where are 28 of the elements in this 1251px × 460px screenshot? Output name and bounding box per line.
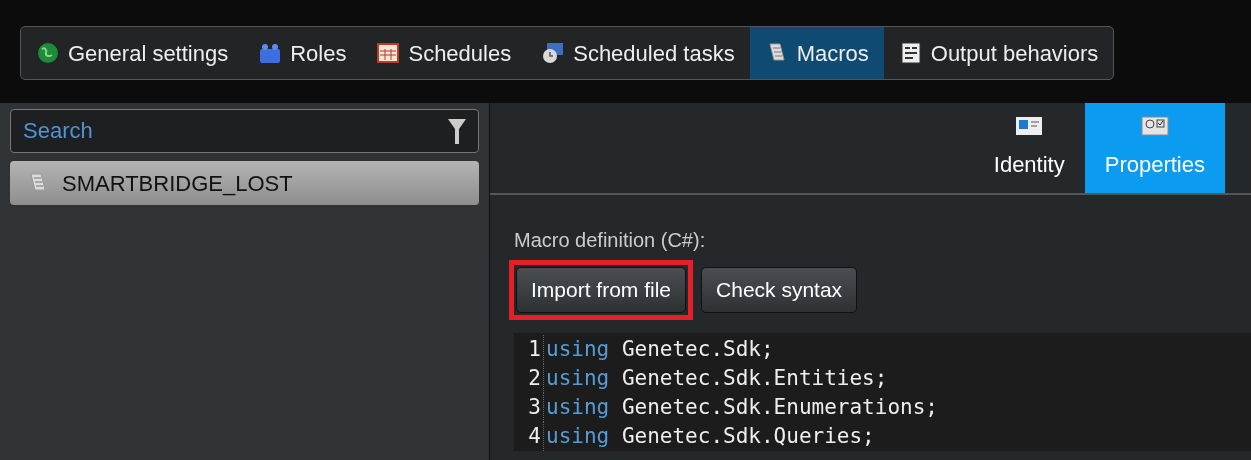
filter-icon bbox=[447, 116, 467, 146]
line-number: 4 bbox=[514, 422, 544, 451]
toolbar-tab[interactable]: Output behaviors bbox=[883, 27, 1114, 79]
id-card-icon bbox=[1015, 115, 1044, 138]
line-number: 2 bbox=[514, 364, 544, 393]
toolbar-tab[interactable]: Roles bbox=[243, 27, 362, 79]
toolbar-tab[interactable]: General settings bbox=[21, 27, 244, 79]
blocks-icon bbox=[258, 41, 283, 65]
code-line: using Genetec.Sdk; bbox=[545, 336, 774, 363]
macro-button[interactable]: Import from file bbox=[516, 267, 687, 313]
macro-definition-label: Macro definition (C#): bbox=[514, 228, 707, 253]
code-line: using Genetec.Sdk.Entities; bbox=[545, 365, 888, 392]
macro-list-item[interactable]: SMARTBRIDGE_LOST bbox=[10, 161, 479, 205]
search-field[interactable]: Search bbox=[10, 109, 479, 153]
toolbar-tab[interactable]: Schedules bbox=[361, 27, 527, 79]
line-number: 1 bbox=[514, 335, 544, 364]
code-line: using Genetec.Sdk.Enumerations; bbox=[545, 394, 938, 421]
globe-icon bbox=[36, 41, 60, 65]
calendar-icon bbox=[376, 41, 401, 65]
macro-button[interactable]: Check syntax bbox=[701, 267, 858, 313]
properties-icon bbox=[1140, 115, 1169, 138]
line-number: 3 bbox=[514, 393, 544, 422]
clock-icon bbox=[541, 41, 566, 65]
panel-tab[interactable]: Identity bbox=[973, 103, 1085, 193]
list-icon bbox=[898, 41, 923, 65]
toolbar-tab[interactable]: Macros bbox=[749, 27, 884, 79]
code-line: using Genetec.Sdk.Queries; bbox=[545, 423, 875, 450]
toolbar-tab[interactable]: Scheduled tasks bbox=[526, 27, 750, 79]
